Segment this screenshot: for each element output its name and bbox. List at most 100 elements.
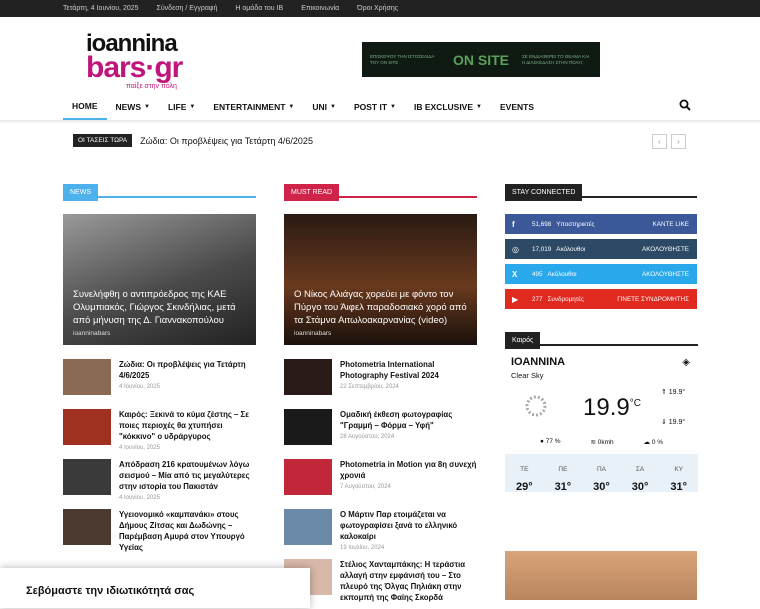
social-label: Ακόλουθοι (547, 270, 577, 278)
mustread-heading[interactable]: MUST READ (284, 184, 340, 201)
article-title[interactable]: Απόδραση 216 κρατουμένων λόγω σεισμού – … (119, 459, 256, 492)
search-icon[interactable] (679, 99, 697, 114)
social-label: Ακόλουθοι (556, 245, 586, 253)
nav-divider (0, 120, 760, 124)
forecast-day: ΚΥ 31° (659, 454, 698, 493)
mustread-featured[interactable]: Ο Νίκος Αλιάγας χορεύει με φόντο τον Πύρ… (284, 214, 477, 345)
social-row[interactable]: f 51,698 Υποστηρικτές ΚΑΝΤΕ LIKE (505, 214, 697, 234)
article-date: 4 Ιουνίου, 2025 (119, 384, 160, 390)
header-banner-ad[interactable]: ΕΠΙΣΚΕΨΟΥ ΤΗΝ ΙΣΤΟΣΕΛΙΔΑ ΤΟΥ ON SITE ON … (362, 42, 600, 77)
site-logo[interactable]: ioannina bars·gr παίξε στην πόλη (86, 32, 206, 91)
banner-left-text: ΕΠΙΣΚΕΨΟΥ ΤΗΝ ΙΣΤΟΣΕΛΙΔΑ ΤΟΥ ON SITE (370, 53, 434, 65)
chevron-down-icon: ▼ (144, 103, 150, 110)
article-title[interactable]: Ο Μάρτιν Παρ ετοιμάζεται να φωτογραφίσει… (340, 509, 477, 542)
article-title[interactable]: Καιρός: Ξεκινά το κύμα ζέστης – Σε ποιες… (119, 409, 256, 442)
list-item[interactable]: Ο Μάρτιν Παρ ετοιμάζεται να φωτογραφίσει… (284, 509, 477, 559)
nav-item-entertainment[interactable]: ENTERTAINMENT ▼ (204, 93, 303, 120)
list-item[interactable]: Υγειονομικό «καμπανάκι» στους Δήμους Ζίτ… (63, 509, 256, 559)
ticker-prev-icon[interactable]: ‹ (652, 134, 667, 149)
list-item[interactable]: Απόδραση 216 κρατουμένων λόγω σεισμού – … (63, 459, 256, 509)
nav-item-life[interactable]: LIFE ▼ (159, 93, 204, 120)
article-title[interactable]: Photometria in Motion για 8η συνεχή χρον… (340, 459, 477, 481)
weather-heading: Καιρός (505, 332, 541, 349)
nav-item-events[interactable]: EVENTS (491, 93, 543, 120)
nav-item-label: LIFE (167, 101, 187, 112)
terms-link[interactable]: Όροι Χρήσης (357, 5, 398, 12)
mustread-featured-author[interactable]: ioanninabars (294, 330, 469, 337)
article-title[interactable]: Photometria International Photography Fe… (340, 359, 477, 381)
login-link[interactable]: Σύνδεση / Εγγραφή (157, 5, 218, 12)
sun-icon (519, 389, 553, 428)
article-title[interactable]: Ζώδια: Οι προβλέψεις για Τετάρτη 4/6/202… (119, 359, 256, 381)
stay-heading: STAY CONNECTED (505, 184, 583, 201)
article-title[interactable]: Στέλιος Χανταμπάκης: Η τεράστια αλλαγή σ… (340, 559, 477, 603)
article-thumbnail[interactable] (63, 509, 111, 545)
social-count: 277 (532, 295, 543, 303)
news-column: NEWS Συνελήφθη ο αντιπρόεδρος της ΚΑΕ Ολ… (63, 181, 256, 559)
article-date: 28 Αυγούστου, 2024 (340, 434, 395, 440)
news-featured[interactable]: Συνελήφθη ο αντιπρόεδρος της ΚΑΕ Ολυμπια… (63, 214, 256, 345)
list-item[interactable]: Ομαδική έκθεση φωτογραφίας "Γραμμή – Φόρ… (284, 409, 477, 459)
article-title[interactable]: Ομαδική έκθεση φωτογραφίας "Γραμμή – Φόρ… (340, 409, 477, 431)
mustread-column: MUST READ Ο Νίκος Αλιάγας χορεύει με φόν… (284, 181, 477, 609)
social-action[interactable]: ΑΚΟΛΟΥΘΗΣΤΕ (642, 246, 697, 253)
forecast-day: ΠΕ 31° (544, 454, 583, 493)
news-list: Ζώδια: Οι προβλέψεις για Τετάρτη 4/6/202… (63, 359, 256, 559)
ticker-next-icon[interactable]: › (671, 134, 686, 149)
list-item[interactable]: Στέλιος Χανταμπάκης: Η τεράστια αλλαγή σ… (284, 559, 477, 609)
weather-wind: 0kmh (597, 439, 614, 446)
social-action[interactable]: ΑΚΟΛΟΥΘΗΣΤΕ (642, 271, 697, 278)
social-counters: f 51,698 Υποστηρικτές ΚΑΝΤΕ LIKE ◎ 17,019 Ακόλ… (505, 214, 697, 309)
location-icon[interactable]: ◈ (682, 357, 698, 368)
list-item[interactable]: Καιρός: Ξεκινά το κύμα ζέστης – Σε ποιες… (63, 409, 256, 459)
social-action[interactable]: ΓΙΝΕΤΕ ΣΥΝΔΡΟΜΗΤΗΣ (617, 296, 697, 303)
article-thumbnail[interactable] (63, 459, 111, 495)
weather-unit: °C (629, 398, 641, 409)
high-icon: ⇑ (660, 389, 667, 396)
contact-link[interactable]: Επικοινωνία (301, 5, 339, 12)
social-action[interactable]: ΚΑΝΤΕ LIKE (653, 221, 697, 228)
mustread-featured-title[interactable]: Ο Νίκος Αλιάγας χορεύει με φόντο τον Πύρ… (294, 288, 469, 327)
article-thumbnail[interactable] (284, 409, 332, 445)
news-featured-title[interactable]: Συνελήφθη ο αντιπρόεδρος της ΚΑΕ Ολυμπια… (73, 288, 248, 327)
article-thumbnail[interactable] (63, 359, 111, 395)
nav-item-label: POST IT (353, 101, 388, 112)
article-title[interactable]: Υγειονομικό «καμπανάκι» στους Δήμους Ζίτ… (119, 509, 256, 553)
youtube-icon: ▶ (512, 294, 519, 304)
article-thumbnail[interactable] (284, 359, 332, 395)
news-heading-bar: NEWS (63, 181, 256, 201)
article-thumbnail[interactable] (63, 409, 111, 445)
nav-item-label: IB EXCLUSIVE (413, 101, 474, 112)
forecast-day-temp: 29° (515, 481, 533, 493)
low-icon: ⇓ (660, 419, 667, 426)
stay-heading-bar: STAY CONNECTED (505, 181, 697, 201)
nav-item-news[interactable]: NEWS ▼ (107, 93, 159, 120)
forecast-day-temp: 30° (593, 481, 610, 493)
social-label: Συνδρομητές (547, 295, 585, 303)
news-featured-author[interactable]: ioanninabars (73, 330, 248, 337)
list-item[interactable]: Ζώδια: Οι προβλέψεις για Τετάρτη 4/6/202… (63, 359, 256, 409)
nav-item-uni[interactable]: UNI ▼ (303, 93, 345, 120)
logo-line2: bars·gr (86, 51, 183, 84)
forecast-day: ΤΕ 29° (505, 454, 544, 493)
team-link[interactable]: Η ομάδα του IB (235, 5, 283, 12)
nav-item-post-it[interactable]: POST IT ▼ (345, 93, 405, 120)
nav-item-home[interactable]: HOME (63, 93, 107, 120)
article-thumbnail[interactable] (284, 509, 332, 545)
article-thumbnail[interactable] (284, 459, 332, 495)
sidebar-ad-image[interactable] (505, 551, 697, 600)
x-icon: X (512, 269, 518, 279)
social-row[interactable]: ◎ 17,019 Ακόλουθοι ΑΚΟΛΟΥΘΗΣΤΕ (505, 239, 697, 259)
list-item[interactable]: Photometria in Motion για 8η συνεχή χρον… (284, 459, 477, 509)
weather-low: 19.9° (668, 419, 686, 426)
humidity-icon: ● (539, 438, 544, 445)
nav-item-ib-exclusive[interactable]: IB EXCLUSIVE ▼ (405, 93, 491, 120)
trending-headline[interactable]: Ζώδια: Οι προβλέψεις για Τετάρτη 4/6/202… (140, 136, 313, 146)
news-heading[interactable]: NEWS (63, 184, 98, 201)
weather-city: ΙΟΑΝΝΙΝΑ (511, 356, 566, 368)
list-item[interactable]: Photometria International Photography Fe… (284, 359, 477, 409)
social-row[interactable]: ▶ 277 Συνδρομητές ΓΙΝΕΤΕ ΣΥΝΔΡΟΜΗΤΗΣ (505, 289, 697, 309)
mustread-list: Photometria International Photography Fe… (284, 359, 477, 609)
social-row[interactable]: X 495 Ακόλουθοι ΑΚΟΛΟΥΘΗΣΤΕ (505, 264, 697, 284)
forecast-day: ΠΑ 30° (582, 454, 621, 493)
